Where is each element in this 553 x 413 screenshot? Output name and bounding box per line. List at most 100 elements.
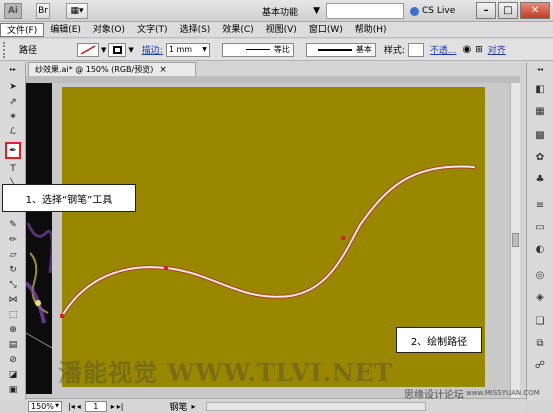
next-artboard-icon[interactable]: ▸	[111, 402, 115, 411]
magic-wand-tool-icon[interactable]: ✶	[5, 110, 21, 124]
tab-strip	[26, 76, 520, 83]
style-label: 样式:	[383, 46, 405, 56]
profile-label: 等比	[273, 45, 290, 54]
opacity-link[interactable]: 不透...	[430, 43, 457, 56]
eyedropper-tool-icon[interactable]: ⊘	[5, 353, 21, 367]
menu-window[interactable]: 窗口(W)	[303, 23, 349, 37]
watermark-forum: 思缘设计论坛	[404, 390, 464, 401]
workspace-switcher[interactable]: 基本功能 ▼	[262, 4, 320, 18]
menu-help[interactable]: 帮助(H)	[349, 23, 393, 37]
document-tab-title: 纱效果.ai* @ 150% (RGB/预览)	[35, 65, 154, 74]
brush-definition[interactable]: 基本	[305, 42, 376, 57]
fill-swatch[interactable]	[77, 42, 99, 57]
graphic-style-swatch[interactable]	[407, 42, 424, 57]
last-artboard-icon[interactable]: ▸|	[117, 402, 124, 411]
scroll-thumb[interactable]	[512, 233, 519, 247]
pencil-tool-icon[interactable]: ✏	[5, 233, 21, 247]
menu-file[interactable]: 文件(F)	[0, 22, 45, 37]
menu-effect[interactable]: 效果(C)	[216, 23, 259, 37]
eraser-tool-icon[interactable]: ▱	[5, 248, 21, 262]
transparency-panel-icon[interactable]: ◐	[532, 242, 548, 256]
width-tool-icon[interactable]: ⋈	[5, 293, 21, 307]
shape-builder-tool-icon[interactable]: ⊕	[5, 323, 21, 337]
gradient-panel-icon[interactable]: ▭	[532, 220, 548, 234]
rotate-tool-icon[interactable]: ↻	[5, 263, 21, 277]
stroke-weight-label[interactable]: 描边:	[142, 43, 163, 56]
status-menu-icon[interactable]: ▸	[191, 402, 195, 411]
brushes-panel-icon[interactable]: ✿	[532, 150, 548, 164]
previous-artboard-icon[interactable]: ◂	[77, 402, 81, 411]
cs-live-button[interactable]: CS Live	[410, 4, 464, 18]
pen-tool-icon[interactable]: ✒	[5, 142, 21, 159]
links-panel-icon[interactable]: ☍	[532, 358, 548, 372]
toolbox-collapse-icon[interactable]: ▸▸	[5, 66, 21, 73]
menu-bar: 文件(F) 编辑(E) 对象(O) 文字(T) 选择(S) 效果(C) 视图(V…	[0, 22, 553, 38]
cs-live-label: CS Live	[422, 6, 456, 16]
horizontal-scrollbar[interactable]	[205, 401, 426, 411]
toolbox: ▸▸ ➤ ⇗ ✶ ℒ ✒ T ╲ ✎ ✏ ▱ ↻ ⤡ ⋈ ⬚ ⊕ ▤ ⊘ ◪ ▣	[0, 62, 26, 400]
menu-view[interactable]: 视图(V)	[260, 23, 303, 37]
profile-line-icon	[245, 49, 270, 50]
menu-select[interactable]: 选择(S)	[174, 23, 217, 37]
swatches-panel-icon[interactable]: ▩	[532, 128, 548, 142]
artboards-panel-icon[interactable]: ⧉	[532, 336, 548, 350]
vertical-scrollbar[interactable]	[510, 83, 520, 398]
chevron-down-icon[interactable]: ▼	[128, 46, 133, 54]
no-fill-icon	[80, 44, 96, 55]
close-icon[interactable]: ×	[159, 65, 167, 75]
panel-collapse-icon[interactable]: ◂◂	[532, 66, 548, 73]
selection-type-label: 路径	[19, 46, 38, 56]
watermark-site: www.MISSYUAN.COM	[466, 389, 540, 397]
app-logo: Ai	[4, 3, 22, 19]
clipped-artwork-image	[26, 83, 52, 394]
screen-mode-icon[interactable]: ▣	[5, 383, 21, 397]
artboard-number-field[interactable]: 1	[84, 400, 107, 412]
cs-live-icon	[410, 6, 419, 16]
paintbrush-tool-icon[interactable]: ✎	[5, 218, 21, 232]
free-transform-tool-icon[interactable]: ⬚	[5, 308, 21, 322]
direct-selection-tool-icon[interactable]: ⇗	[5, 95, 21, 109]
symbols-panel-icon[interactable]: ♣	[532, 172, 548, 186]
workspace-label: 基本功能	[262, 7, 299, 18]
type-tool-icon[interactable]: T	[5, 162, 21, 176]
stroke-weight-value: 1 mm	[168, 45, 193, 54]
brush-label: 基本	[355, 45, 372, 54]
fill-stroke-icon[interactable]: ◪	[5, 368, 21, 382]
graphic-styles-icon[interactable]: ◈	[532, 290, 548, 304]
color-guide-icon[interactable]: ▦	[532, 104, 548, 118]
gradient-tool-icon[interactable]: ▤	[5, 338, 21, 352]
maximize-button[interactable]: □	[498, 2, 518, 19]
control-bar: 路径 ▼ ▼ 描边: 1 mm ▼ 等比 基本 样式: 不透... ◉ ⊞ 对齐	[0, 39, 553, 61]
callout-step-2: 2、绘制路径	[396, 327, 482, 353]
artboard-number: 1	[93, 401, 99, 411]
chevron-down-icon[interactable]: ▼	[101, 46, 106, 54]
zoom-field[interactable]: 150% ▼	[28, 400, 62, 412]
chevron-down-icon: ▼	[313, 6, 320, 16]
bridge-icon[interactable]: Br	[36, 3, 50, 19]
recolor-artwork-icon[interactable]: ◉	[462, 44, 471, 55]
close-button[interactable]: ✕	[520, 2, 550, 19]
document-setup-icon[interactable]: ⊞	[475, 45, 483, 55]
menu-edit[interactable]: 编辑(E)	[44, 23, 87, 37]
stroke-swatch[interactable]	[108, 42, 127, 57]
variable-width-profile[interactable]: 等比	[221, 42, 294, 57]
selection-tool-icon[interactable]: ➤	[5, 80, 21, 94]
menu-type[interactable]: 文字(T)	[131, 23, 174, 37]
color-panel-icon[interactable]: ◧	[532, 82, 548, 96]
help-search-input[interactable]	[326, 3, 404, 19]
stroke-icon	[112, 45, 122, 54]
document-tab[interactable]: 纱效果.ai* @ 150% (RGB/预览) ×	[28, 62, 196, 76]
first-artboard-icon[interactable]: |◂	[68, 402, 75, 411]
scale-tool-icon[interactable]: ⤡	[5, 278, 21, 292]
stroke-weight-field[interactable]: 1 mm ▼	[165, 42, 210, 57]
lasso-tool-icon[interactable]: ℒ	[5, 125, 21, 139]
align-link[interactable]: 对齐	[488, 43, 506, 56]
stroke-panel-icon[interactable]: ≡	[532, 198, 548, 212]
minimize-button[interactable]: –	[476, 2, 496, 19]
appearance-panel-icon[interactable]: ◎	[532, 268, 548, 282]
layers-panel-icon[interactable]: ❑	[532, 314, 548, 328]
arrange-documents-icon[interactable]: ▦▾	[66, 3, 88, 19]
menu-object[interactable]: 对象(O)	[87, 23, 131, 37]
chevron-down-icon: ▼	[55, 403, 59, 409]
clipped-artwork-graphic	[26, 83, 52, 394]
